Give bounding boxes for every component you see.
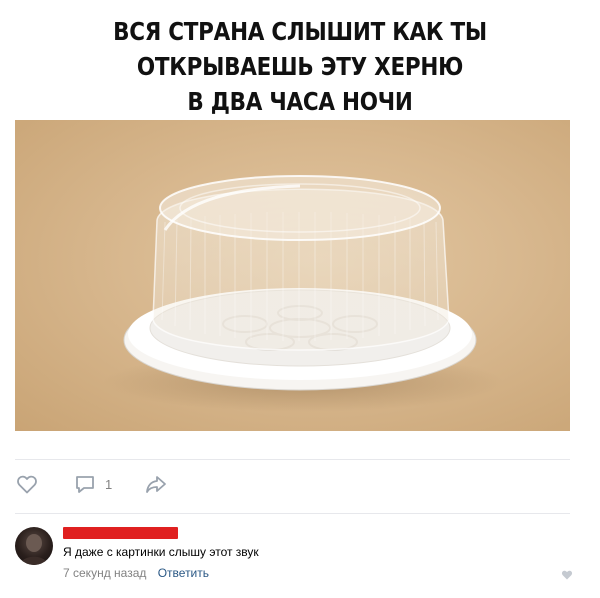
comment-author-redacted[interactable] [63, 527, 178, 539]
avatar[interactable] [15, 527, 53, 565]
post-photo[interactable] [15, 120, 570, 431]
divider [15, 513, 570, 514]
share-arrow-icon [146, 476, 166, 493]
comment-like-button[interactable] [561, 568, 573, 586]
reply-link[interactable]: Ответить [158, 566, 209, 580]
post: ВСЯ СТРАНА СЛЫШИТ КАК ТЫ ОТКРЫВАЕШЬ ЭТУ … [0, 0, 600, 598]
avatar-silhouette [20, 534, 48, 565]
comment-icon [76, 476, 94, 493]
comment-text: Я даже с картинки слышу этот звук [63, 545, 259, 559]
cake-container-illustration [103, 175, 503, 412]
like-button[interactable] [15, 472, 39, 496]
comment: Я даже с картинки слышу этот звук 7 секу… [15, 524, 585, 584]
comment-count: 1 [105, 476, 113, 492]
divider [15, 459, 570, 460]
meme-caption: ВСЯ СТРАНА СЛЫШИТ КАК ТЫ ОТКРЫВАЕШЬ ЭТУ … [0, 14, 600, 119]
caption-line-3: В ДВА ЧАСА НОЧИ [187, 87, 413, 116]
post-actions: 1 [15, 472, 570, 502]
heart-icon [561, 570, 573, 580]
caption-line-1: ВСЯ СТРАНА СЛЫШИТ КАК ТЫ [113, 17, 487, 46]
comment-button[interactable]: 1 [73, 472, 112, 496]
caption-line-2: ОТКРЫВАЕШЬ ЭТУ ХЕРНЮ [136, 52, 464, 81]
comment-timestamp[interactable]: 7 секунд назад [63, 566, 146, 580]
comment-meta: 7 секунд назад Ответить [63, 566, 209, 580]
heart-icon [17, 475, 37, 494]
share-button[interactable] [144, 472, 168, 496]
